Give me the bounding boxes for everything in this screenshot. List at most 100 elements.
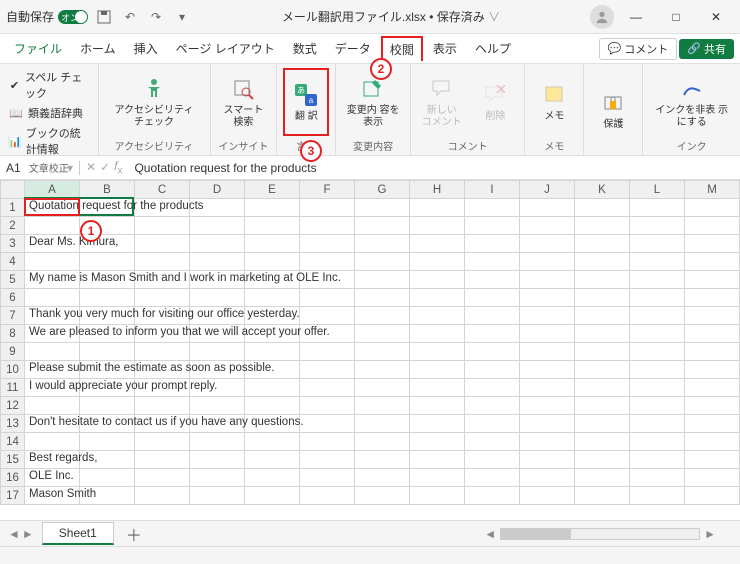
cell[interactable] [630,397,685,415]
cell[interactable]: Thank you very much for visiting our off… [25,307,80,325]
cell[interactable] [630,235,685,253]
cell[interactable] [465,253,520,271]
hide-ink-button[interactable]: インクを非表 示にする [649,68,734,136]
cell[interactable] [575,235,630,253]
col-header[interactable]: M [685,181,740,199]
cell[interactable] [520,253,575,271]
cell[interactable] [300,289,355,307]
cell[interactable] [685,415,740,433]
cell[interactable] [410,253,465,271]
cell[interactable] [245,289,300,307]
cell[interactable] [355,397,410,415]
row-header[interactable]: 6 [1,289,25,307]
row-header[interactable]: 10 [1,361,25,379]
cell[interactable]: Don't hesitate to contact us if you have… [25,415,80,433]
cell[interactable] [80,343,135,361]
cell[interactable] [300,253,355,271]
cell[interactable] [300,469,355,487]
col-header[interactable]: H [410,181,465,199]
cell[interactable] [355,433,410,451]
col-header[interactable]: I [465,181,520,199]
row-header[interactable]: 17 [1,487,25,505]
cell[interactable] [575,361,630,379]
cell[interactable] [80,289,135,307]
cell[interactable] [630,361,685,379]
cell[interactable] [575,199,630,217]
cell[interactable] [245,343,300,361]
cell[interactable] [25,217,80,235]
cell[interactable] [355,343,410,361]
cell[interactable] [300,415,355,433]
toggle-switch[interactable]: オン [58,10,88,24]
cell[interactable] [245,217,300,235]
cell[interactable] [355,469,410,487]
cell[interactable] [135,397,190,415]
cell[interactable] [520,361,575,379]
cell[interactable] [300,343,355,361]
cell[interactable] [245,199,300,217]
row-header[interactable]: 9 [1,343,25,361]
comments-button[interactable]: 💬 コメント [599,38,678,60]
cell[interactable] [520,451,575,469]
cell[interactable] [410,271,465,289]
cell[interactable] [465,289,520,307]
cell[interactable]: My name is Mason Smith and I work in mar… [25,271,80,289]
cell[interactable] [300,199,355,217]
cell[interactable] [520,469,575,487]
cell[interactable] [245,235,300,253]
cell[interactable] [410,361,465,379]
row-header[interactable]: 1 [1,199,25,217]
tab-formulas[interactable]: 数式 [285,36,325,61]
cell[interactable] [520,487,575,505]
tab-data[interactable]: データ [327,36,379,61]
cell[interactable] [520,217,575,235]
add-sheet-button[interactable]: ＋ [114,522,154,546]
cell[interactable]: OLE Inc. [25,469,80,487]
cell[interactable] [245,451,300,469]
cell[interactable] [80,469,135,487]
cell[interactable] [135,253,190,271]
cell[interactable]: Quotation request for the products [25,199,80,217]
cell[interactable] [245,469,300,487]
tab-help[interactable]: ヘルプ [467,36,519,61]
cell[interactable] [410,217,465,235]
cell[interactable]: Dear Ms. Kimura, [25,235,80,253]
cell[interactable] [465,415,520,433]
col-header[interactable]: G [355,181,410,199]
cell[interactable] [685,235,740,253]
cell[interactable] [575,451,630,469]
cell[interactable] [575,307,630,325]
cell[interactable] [630,487,685,505]
cell[interactable] [575,253,630,271]
cell[interactable] [300,487,355,505]
sheet-next-icon[interactable]: ► [22,527,34,541]
cell[interactable] [410,289,465,307]
tab-layout[interactable]: ページ レイアウト [168,36,283,61]
cell[interactable] [355,289,410,307]
cell[interactable] [190,253,245,271]
col-header[interactable]: B [80,181,135,199]
cell[interactable] [465,487,520,505]
col-header[interactable]: C [135,181,190,199]
show-changes-button[interactable]: 変更内 容を表示 [342,68,404,136]
cell[interactable] [465,397,520,415]
cell[interactable] [685,433,740,451]
accept-formula-icon[interactable]: ✓ [100,160,110,174]
sheet-prev-icon[interactable]: ◄ [8,527,20,541]
cell[interactable] [630,415,685,433]
cell[interactable] [520,199,575,217]
cell[interactable] [465,325,520,343]
workbook-stats-button[interactable]: 📊ブックの統計情報 [6,124,92,158]
tab-file[interactable]: ファイル [6,36,70,61]
cell[interactable] [25,253,80,271]
undo-icon[interactable]: ↶ [120,7,140,27]
cell[interactable] [355,487,410,505]
cell[interactable] [355,271,410,289]
close-icon[interactable]: ✕ [698,3,734,31]
cell[interactable] [575,415,630,433]
row-header[interactable]: 11 [1,379,25,397]
cell[interactable] [135,487,190,505]
cell[interactable]: Mason Smith [25,487,80,505]
cell[interactable] [355,451,410,469]
row-header[interactable]: 15 [1,451,25,469]
